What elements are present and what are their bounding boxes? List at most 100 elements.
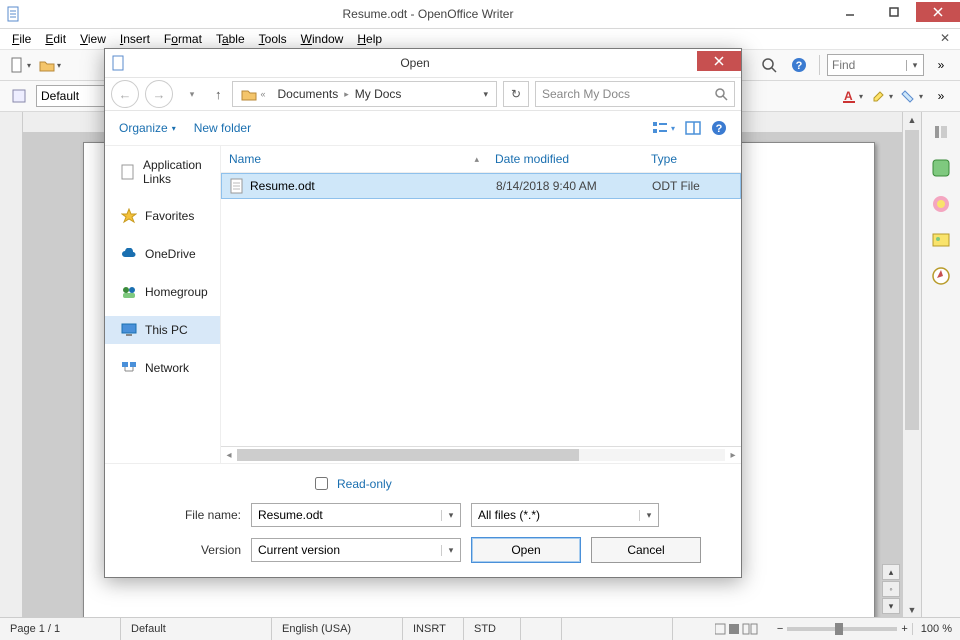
hscroll-right-icon[interactable]: ▸ bbox=[725, 450, 741, 461]
vertical-scrollbar[interactable]: ▲ ▼ bbox=[902, 112, 921, 618]
file-row[interactable]: Resume.odt 8/14/2018 9:40 AM ODT File bbox=[221, 173, 741, 199]
menu-insert[interactable]: Insert bbox=[114, 30, 156, 48]
menu-table[interactable]: Table bbox=[210, 30, 251, 48]
scroll-thumb[interactable] bbox=[905, 130, 919, 430]
breadcrumb[interactable]: « Documents ▸ My Docs ▾ bbox=[232, 81, 498, 107]
cancel-button[interactable]: Cancel bbox=[591, 537, 701, 563]
menu-window[interactable]: Window bbox=[295, 30, 350, 48]
col-name[interactable]: Name▴ bbox=[221, 152, 487, 166]
open-doc-button[interactable] bbox=[36, 53, 62, 77]
readonly-input[interactable] bbox=[315, 477, 328, 490]
dialog-search-box[interactable]: Search My Docs bbox=[535, 81, 735, 107]
breadcrumb-dropdown-icon[interactable]: ▾ bbox=[477, 89, 494, 100]
gallery-icon[interactable] bbox=[929, 228, 953, 252]
zoom-control[interactable]: − + 100 % bbox=[769, 623, 960, 635]
dialog-footer: Read-only File name: Resume.odt ▾ All fi… bbox=[105, 463, 741, 577]
breadcrumb-seg-1[interactable]: My Docs bbox=[349, 87, 408, 101]
hscroll-left-icon[interactable]: ◂ bbox=[221, 450, 237, 461]
menubar-close-icon[interactable]: ✕ bbox=[940, 31, 950, 45]
dialog-close-button[interactable] bbox=[697, 51, 741, 71]
bg-color-button[interactable] bbox=[898, 84, 924, 108]
close-button[interactable] bbox=[916, 2, 960, 22]
filter-dropdown-icon[interactable]: ▾ bbox=[639, 510, 658, 521]
nav-target-icon[interactable]: ◦ bbox=[882, 581, 900, 597]
zoom-value[interactable]: 100 % bbox=[912, 623, 952, 635]
sidepanel-toggle-icon[interactable] bbox=[929, 120, 953, 144]
status-sel[interactable]: STD bbox=[464, 618, 521, 640]
nav-item-app-links[interactable]: Application Links bbox=[105, 152, 220, 192]
find-input[interactable] bbox=[828, 58, 906, 72]
nav-item-network[interactable]: Network bbox=[105, 354, 220, 382]
nav-item-favorites[interactable]: Favorites bbox=[105, 202, 220, 230]
prev-page-icon[interactable]: ▴ bbox=[882, 564, 900, 580]
hscroll-thumb[interactable] bbox=[237, 449, 579, 461]
highlight-button[interactable] bbox=[868, 84, 894, 108]
menu-tools[interactable]: Tools bbox=[253, 30, 293, 48]
organize-button[interactable]: Organize bbox=[119, 121, 176, 135]
format-overflow-icon[interactable]: » bbox=[928, 84, 954, 108]
minimize-button[interactable] bbox=[828, 2, 872, 22]
menu-view[interactable]: View bbox=[74, 30, 112, 48]
version-combo[interactable]: Current version ▾ bbox=[251, 538, 461, 562]
new-doc-button[interactable] bbox=[6, 53, 32, 77]
version-dropdown-icon[interactable]: ▾ bbox=[441, 545, 460, 556]
version-label: Version bbox=[121, 543, 241, 557]
nav-item-homegroup[interactable]: Homegroup bbox=[105, 278, 220, 306]
menu-file[interactable]: File bbox=[6, 30, 37, 48]
filter-combo[interactable]: All files (*.*) ▾ bbox=[471, 503, 659, 527]
maximize-button[interactable] bbox=[872, 2, 916, 22]
scroll-down-icon[interactable]: ▼ bbox=[903, 602, 921, 618]
col-type[interactable]: Type bbox=[643, 152, 739, 166]
file-icon bbox=[230, 178, 244, 194]
file-list-hscroll[interactable]: ◂ ▸ bbox=[221, 446, 741, 463]
nav-history-dropdown[interactable]: ▾ bbox=[179, 82, 205, 106]
breadcrumb-seg-0[interactable]: Documents bbox=[272, 87, 345, 101]
status-page[interactable]: Page 1 / 1 bbox=[0, 618, 121, 640]
file-name: Resume.odt bbox=[250, 179, 315, 193]
nav-up-button[interactable]: ↑ bbox=[211, 87, 226, 102]
font-color-button[interactable]: A bbox=[838, 84, 864, 108]
status-insert[interactable]: INSRT bbox=[403, 618, 464, 640]
filename-combo[interactable]: Resume.odt ▾ bbox=[251, 503, 461, 527]
preview-pane-button[interactable] bbox=[685, 120, 701, 136]
properties-icon[interactable] bbox=[929, 156, 953, 180]
status-lang[interactable]: English (USA) bbox=[272, 618, 403, 640]
styles-panel-icon[interactable] bbox=[929, 192, 953, 216]
menu-help[interactable]: Help bbox=[351, 30, 388, 48]
view-layout-icons[interactable] bbox=[705, 618, 769, 640]
page-nav-buttons: ▴ ◦ ▾ bbox=[882, 564, 900, 614]
col-date[interactable]: Date modified bbox=[487, 152, 643, 166]
zoom-slider[interactable] bbox=[787, 627, 897, 631]
help-icon[interactable]: ? bbox=[786, 53, 812, 77]
scroll-up-icon[interactable]: ▲ bbox=[903, 112, 921, 128]
star-icon bbox=[121, 208, 137, 224]
next-page-icon[interactable]: ▾ bbox=[882, 598, 900, 614]
menu-edit[interactable]: Edit bbox=[39, 30, 72, 48]
readonly-checkbox[interactable]: Read-only bbox=[311, 474, 725, 493]
toolbar-overflow-icon[interactable]: » bbox=[928, 53, 954, 77]
zoom-tool-icon[interactable] bbox=[756, 53, 782, 77]
status-style[interactable]: Default bbox=[121, 618, 272, 640]
filename-dropdown-icon[interactable]: ▾ bbox=[441, 510, 460, 521]
open-button[interactable]: Open bbox=[471, 537, 581, 563]
column-headers[interactable]: Name▴ Date modified Type bbox=[221, 146, 741, 173]
dialog-help-icon[interactable]: ? bbox=[711, 120, 727, 136]
nav-forward-button[interactable]: → bbox=[145, 80, 173, 108]
menu-format[interactable]: Format bbox=[158, 30, 208, 48]
find-dropdown-icon[interactable]: ▾ bbox=[906, 60, 923, 71]
nav-back-button[interactable]: ← bbox=[111, 80, 139, 108]
nav-item-onedrive[interactable]: OneDrive bbox=[105, 240, 220, 268]
nav-item-this-pc[interactable]: This PC bbox=[105, 316, 220, 344]
navigator-icon[interactable] bbox=[929, 264, 953, 288]
styles-icon[interactable] bbox=[6, 84, 32, 108]
breadcrumb-root-icon[interactable]: « bbox=[235, 87, 272, 101]
view-mode-button[interactable]: ▾ bbox=[652, 120, 675, 136]
zoom-out-icon[interactable]: − bbox=[777, 623, 783, 635]
zoom-in-icon[interactable]: + bbox=[901, 623, 907, 635]
find-box[interactable]: ▾ bbox=[827, 54, 924, 76]
search-icon bbox=[714, 87, 728, 101]
app-icon bbox=[6, 6, 22, 22]
new-folder-button[interactable]: New folder bbox=[194, 121, 251, 135]
refresh-button[interactable]: ↻ bbox=[503, 81, 529, 107]
app-title: Resume.odt - OpenOffice Writer bbox=[28, 7, 828, 21]
